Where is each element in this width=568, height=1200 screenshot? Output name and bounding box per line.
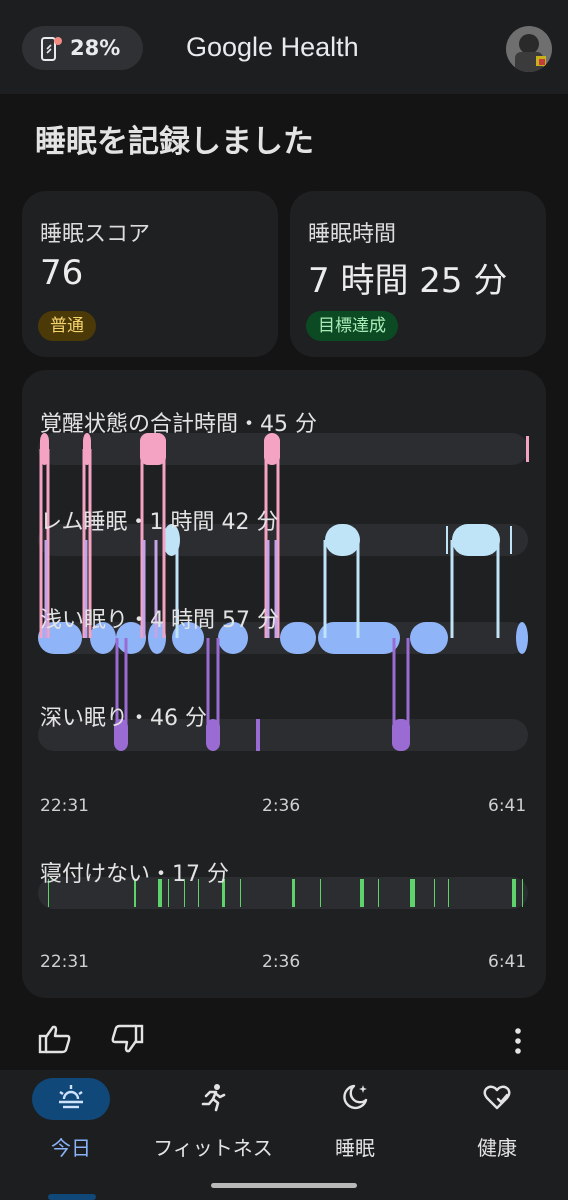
more-vert-icon <box>508 1028 528 1060</box>
moon-icon <box>340 1082 370 1116</box>
restless-tick <box>522 879 523 907</box>
sunrise-icon <box>56 1082 86 1116</box>
thumbs-down-button[interactable] <box>110 1024 144 1058</box>
rem-segment <box>446 526 448 554</box>
restless-tick <box>378 879 379 907</box>
thumbs-up-icon <box>38 1025 72 1058</box>
phone-battery-icon <box>38 36 64 66</box>
light-segment <box>280 622 316 654</box>
restless-tick <box>410 879 415 907</box>
active-tab-underline <box>48 1194 96 1200</box>
sleep-score-card[interactable]: 睡眠スコア 76 普通 <box>22 191 278 357</box>
top-app-bar: 28% Google Health <box>0 0 568 94</box>
rem-segment <box>452 524 500 556</box>
battery-status[interactable]: 28% <box>22 26 143 70</box>
thumbs-down-icon <box>110 1024 144 1058</box>
nav-fitness-label: フィットネス <box>153 1136 273 1160</box>
stage-transition <box>356 540 360 638</box>
sleep-duration-badge: 目標達成 <box>306 311 398 341</box>
stage-transition <box>496 540 500 638</box>
stage-transition <box>323 540 327 638</box>
main-content: 睡眠を記録しました 睡眠スコア 76 普通 睡眠時間 7 時間 25 分 目標達… <box>0 94 568 1070</box>
restless-tick <box>448 879 449 907</box>
stage-transition <box>406 638 410 735</box>
deep-segment <box>256 719 260 751</box>
heart-icon <box>482 1082 512 1116</box>
sleep-hypnogram <box>38 433 529 909</box>
nav-sleep[interactable]: 睡眠 <box>284 1070 426 1180</box>
restless-tick <box>292 879 295 907</box>
axis-end-time: 6:41 <box>488 796 527 816</box>
light-segment <box>410 622 448 654</box>
restless-tick <box>320 879 321 907</box>
rem-segment <box>325 524 360 556</box>
nav-sleep-label: 睡眠 <box>335 1136 375 1160</box>
sleep-stages-card[interactable]: 覚醒状態の合計時間・45 分 レム睡眠・1 時間 42 分 浅い眠り・4 時間 … <box>22 370 546 998</box>
restless-axis-end-time: 6:41 <box>488 952 527 972</box>
sleep-duration-value: 7 時間 25 分 <box>308 261 508 301</box>
restless-tick <box>360 879 364 907</box>
awake-stage-label: 覚醒状態の合計時間・45 分 <box>40 412 317 437</box>
awake-segment <box>526 436 529 462</box>
stage-transition <box>392 638 396 735</box>
more-options-button[interactable] <box>508 1026 528 1060</box>
running-icon <box>198 1082 228 1116</box>
restless-axis-start-time: 22:31 <box>40 952 89 972</box>
axis-start-time: 22:31 <box>40 796 89 816</box>
sleep-score-value: 76 <box>40 253 84 293</box>
restless-label: 寝付けない・17 分 <box>40 862 229 887</box>
sleep-score-badge: 普通 <box>38 311 96 341</box>
battery-percent: 28% <box>70 36 121 60</box>
nav-today-label: 今日 <box>51 1136 91 1160</box>
stage-transition <box>450 540 454 638</box>
restless-tick <box>434 879 435 907</box>
axis-mid-time: 2:36 <box>262 796 301 816</box>
rem-stage-label: レム睡眠・1 時間 42 分 <box>40 510 279 535</box>
light-segment <box>516 622 528 654</box>
app-title: Google Health <box>186 32 359 62</box>
page-title: 睡眠を記録しました <box>35 124 314 160</box>
home-indicator <box>211 1183 357 1188</box>
nav-fitness[interactable]: フィットネス <box>142 1070 284 1180</box>
restless-tick <box>240 879 241 907</box>
deep-stage-label: 深い眠り・46 分 <box>40 706 207 731</box>
rem-segment <box>510 526 512 554</box>
nav-health[interactable]: 健康 <box>426 1070 568 1180</box>
bottom-navigation: 今日 フィットネス 睡眠 健康 <box>0 1070 568 1200</box>
sleep-score-label: 睡眠スコア <box>40 222 151 247</box>
stage-transition <box>216 638 220 735</box>
nav-today[interactable]: 今日 <box>0 1070 142 1180</box>
nav-health-label: 健康 <box>477 1136 517 1160</box>
sleep-duration-label: 睡眠時間 <box>308 222 397 247</box>
thumbs-up-button[interactable] <box>38 1024 72 1058</box>
sleep-duration-card[interactable]: 睡眠時間 7 時間 25 分 目標達成 <box>290 191 546 357</box>
light-stage-label: 浅い眠り・4 時間 57 分 <box>40 608 279 633</box>
avatar[interactable] <box>506 26 552 72</box>
restless-axis-mid-time: 2:36 <box>262 952 301 972</box>
restless-tick <box>512 879 516 907</box>
